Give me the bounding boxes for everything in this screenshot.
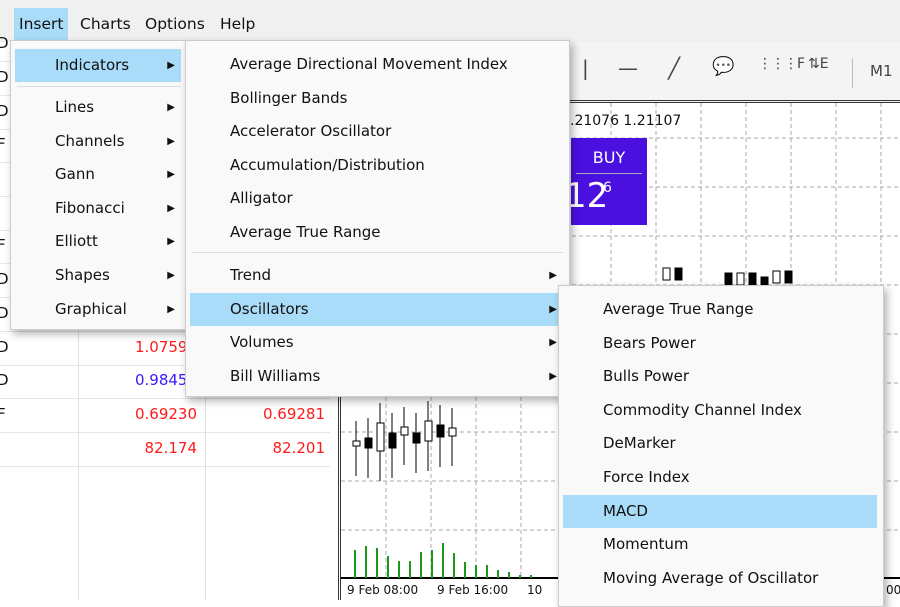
menu-item-average-true-range[interactable]: Average True Range <box>563 293 877 326</box>
menu-item-moving-average-of-oscillator[interactable]: Moving Average of Oscillator <box>563 562 877 595</box>
time-label: 10 <box>527 583 543 597</box>
timeframe-m1[interactable]: M1 <box>870 62 893 80</box>
candle <box>736 272 745 286</box>
horizontal-line-icon[interactable]: — <box>618 56 638 80</box>
oscillators-submenu: Average True Range Bears Power Bulls Power… <box>558 285 884 607</box>
submenu-arrow-icon: ▶ <box>167 102 175 113</box>
menu-item-bollinger-bands[interactable]: Bollinger Bands <box>190 82 563 115</box>
buy-price-small: 6 <box>603 180 612 196</box>
menu-item-average-true-range[interactable]: Average True Range <box>190 216 563 249</box>
menu-separator <box>17 86 181 87</box>
submenu-arrow-icon: ▶ <box>167 169 175 181</box>
menu-item-gann[interactable]: Gann ▶ <box>15 158 181 191</box>
submenu-arrow-icon: ▶ <box>549 270 557 281</box>
menu-item-shapes[interactable]: Shapes ▶ <box>15 259 181 292</box>
menu-item-oscillators[interactable]: Oscillators ▶ <box>190 292 563 326</box>
submenu-arrow-icon: ▶ <box>167 303 175 315</box>
buy-price-big: 12 <box>565 176 609 216</box>
menu-item-graphical[interactable]: Graphical ▶ <box>15 293 181 326</box>
candle <box>436 424 445 438</box>
menu-item-alligator[interactable]: Alligator <box>190 182 563 215</box>
candle <box>772 270 781 284</box>
candle <box>448 427 457 437</box>
insert-menu: Indicators ▶ Lines ▶ Channels ▶ Gann ▶ Fibonacci… <box>10 40 188 330</box>
trendline-icon[interactable]: ╱ <box>668 56 680 80</box>
candle <box>674 267 683 281</box>
menu-separator <box>192 252 563 253</box>
time-label: 9 Feb 16:00 <box>437 583 509 597</box>
menu-item-accumulation-distribution[interactable]: Accumulation/Distribution <box>190 149 563 182</box>
submenu-arrow-icon: ▶ <box>167 270 175 281</box>
menu-item-channels[interactable]: Channels ▶ <box>15 125 181 158</box>
menu-item-momentum[interactable]: Momentum <box>563 528 877 561</box>
candle <box>424 420 433 442</box>
menu-item-commodity-channel-index[interactable]: Commodity Channel Index <box>563 394 877 427</box>
candle <box>352 440 361 447</box>
candle <box>662 267 671 281</box>
menu-item-bulls-power[interactable]: Bulls Power <box>563 360 877 393</box>
menu-item-macd[interactable]: MACD <box>563 494 877 528</box>
submenu-arrow-icon: ▶ <box>549 337 557 349</box>
text-label-icon[interactable]: 💬 <box>712 56 734 77</box>
time-label: 9 Feb 08:00 <box>347 583 419 597</box>
menu-item-trend[interactable]: Trend ▶ <box>190 259 563 292</box>
menu-item-lines[interactable]: Lines ▶ <box>15 91 181 124</box>
menu-item-fibonacci[interactable]: Fibonacci ▶ <box>15 192 181 225</box>
menu-item-indicators[interactable]: Indicators ▶ <box>15 49 181 82</box>
buy-label: BUY <box>592 148 626 167</box>
menu-item-elliott[interactable]: Elliott ▶ <box>15 225 181 258</box>
menu-item-average-directional-movement-index[interactable]: Average Directional Movement Index <box>190 48 563 81</box>
menu-item-volumes[interactable]: Volumes ▶ <box>190 326 563 359</box>
price-info: .21076 1.21107 <box>570 113 682 129</box>
menu-item-force-index[interactable]: Force Index <box>563 461 877 494</box>
candle <box>400 426 409 436</box>
menu-item-demarker[interactable]: DeMarker <box>563 427 877 460</box>
submenu-arrow-icon: ▶ <box>167 202 175 214</box>
candle <box>388 432 397 449</box>
candle <box>412 432 421 444</box>
menu-item-bears-power[interactable]: Bears Power <box>563 327 877 360</box>
candle <box>784 270 793 284</box>
candle <box>376 422 385 452</box>
candle <box>724 272 733 286</box>
indicators-submenu: Average Directional Movement Index Bollin… <box>185 40 570 397</box>
submenu-arrow-icon: ▶ <box>549 370 557 382</box>
candle <box>364 437 373 449</box>
elliott-icon[interactable]: ⇅E <box>808 56 829 72</box>
buy-button[interactable]: BUY 12 6 <box>565 138 647 225</box>
submenu-arrow-icon: ▶ <box>167 135 175 147</box>
submenu-arrow-icon: ▶ <box>167 60 175 71</box>
menu-item-accelerator-oscillator[interactable]: Accelerator Oscillator <box>190 115 563 148</box>
table-row[interactable]: 82.174 82.201 <box>0 433 330 467</box>
time-label: 00: <box>886 583 900 597</box>
candle <box>748 272 757 286</box>
toolbar-separator <box>852 58 853 88</box>
table-row[interactable]: F 0.69230 0.69281 <box>0 399 330 433</box>
fibonacci-icon[interactable]: ⋮⋮⋮F <box>758 56 805 72</box>
menu-item-bill-williams[interactable]: Bill Williams ▶ <box>190 360 563 393</box>
submenu-arrow-icon: ▶ <box>167 236 175 248</box>
vertical-line-icon[interactable]: | <box>582 56 589 80</box>
submenu-arrow-icon: ▶ <box>549 303 557 315</box>
